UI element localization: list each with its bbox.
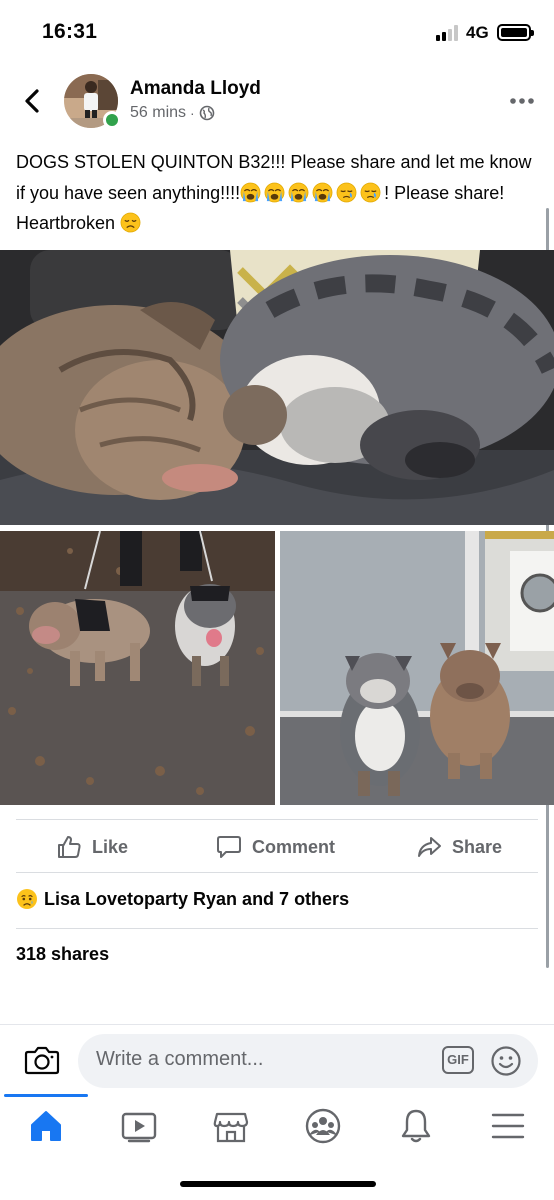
photo-bulldogs-sitting[interactable] (280, 531, 554, 805)
battery-icon (497, 24, 534, 41)
post-meta: 56 mins · (130, 104, 215, 122)
thumbs-up-icon (58, 836, 81, 858)
loudly-crying-face-icon (264, 182, 285, 202)
comment-label: Comment (252, 836, 336, 857)
home-indicator[interactable] (180, 1181, 376, 1187)
groups-icon[interactable] (303, 1106, 343, 1146)
video-icon[interactable] (119, 1106, 159, 1146)
post-time[interactable]: 56 mins (130, 104, 186, 122)
online-status-dot (103, 111, 121, 129)
disappointed-face-icon (120, 212, 141, 233)
emoji-row (240, 182, 384, 203)
menu-icon[interactable] (488, 1106, 528, 1146)
comment-placeholder[interactable]: Write a comment... (96, 1048, 263, 1071)
avatar[interactable] (64, 74, 121, 129)
bell-icon[interactable] (396, 1106, 436, 1146)
divider (16, 872, 538, 873)
loudly-crying-face-icon (240, 182, 261, 202)
status-bar: 16:31 4G (0, 0, 554, 60)
loudly-crying-face-icon (312, 182, 333, 202)
share-label: Share (452, 836, 503, 857)
globe-icon (199, 105, 215, 121)
post-author[interactable]: Amanda Lloyd (130, 78, 261, 100)
reactions-summary[interactable]: Lisa Lovetoparty Ryan and 7 others (16, 888, 349, 910)
meta-separator: · (190, 105, 195, 121)
status-time: 16:31 (42, 20, 98, 43)
like-button[interactable]: Like (56, 832, 128, 862)
reactions-text: Lisa Lovetoparty Ryan and 7 others (44, 888, 350, 909)
shares-count[interactable]: 318 shares (16, 944, 109, 965)
more-options-icon[interactable] (508, 92, 536, 110)
like-label: Like (92, 836, 129, 857)
back-arrow-icon[interactable] (18, 86, 46, 116)
loudly-crying-face-icon (288, 182, 309, 202)
signal-icon (436, 25, 462, 41)
camera-icon[interactable] (24, 1043, 60, 1077)
photo-bulldogs-walking[interactable] (0, 531, 275, 805)
sad-face-reaction-icon (17, 889, 37, 909)
gif-button[interactable]: GIF (442, 1046, 474, 1074)
comment-button[interactable]: Comment (216, 832, 335, 862)
comment-bubble-icon (217, 836, 241, 858)
divider (16, 819, 538, 820)
marketplace-icon[interactable] (211, 1106, 251, 1146)
share-arrow-icon (418, 837, 441, 857)
share-button[interactable]: Share (416, 832, 502, 862)
home-icon[interactable] (26, 1106, 66, 1146)
sleepy-face-icon (360, 182, 381, 202)
photo-sleeping-bulldogs[interactable] (0, 250, 554, 525)
active-tab-indicator (4, 1094, 88, 1097)
emoji-picker-icon[interactable] (490, 1045, 522, 1077)
post-text: DOGS STOLEN QUINTON B32!!! Please share … (16, 147, 540, 239)
sleepy-face-icon (336, 182, 357, 202)
network-type: 4G (466, 23, 489, 42)
divider (16, 928, 538, 929)
